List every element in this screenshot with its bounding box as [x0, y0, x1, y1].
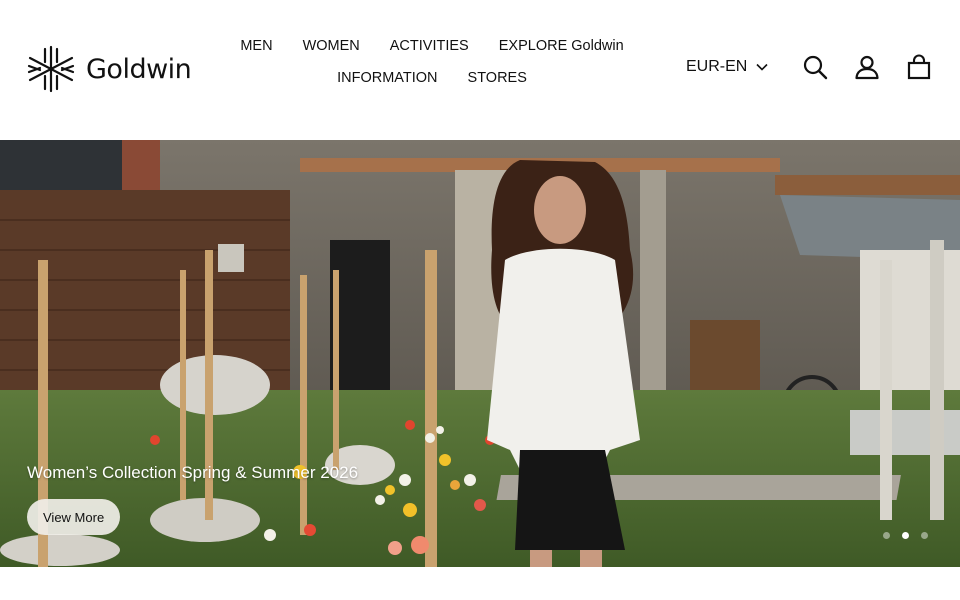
page-content-start	[0, 567, 960, 600]
brand-name: Goldwin	[86, 53, 192, 85]
slide-dot-1[interactable]	[883, 532, 890, 539]
search-button[interactable]	[800, 52, 830, 82]
nav-item-stores[interactable]: STORES	[468, 70, 527, 86]
site-header: Goldwin MEN WOMEN ACTIVITIES EXPLORE Gol…	[0, 0, 960, 140]
slide-dot-3[interactable]	[921, 532, 928, 539]
slide-indicators	[883, 532, 928, 539]
nav-item-women[interactable]: WOMEN	[303, 38, 360, 54]
cart-button[interactable]	[904, 52, 934, 82]
hero-title: Women’s Collection Spring & Summer 2026	[27, 463, 359, 482]
brand-logo[interactable]: Goldwin	[26, 44, 192, 94]
nav-row-secondary: INFORMATION STORES	[232, 70, 632, 86]
nav-item-information[interactable]: INFORMATION	[337, 70, 437, 86]
currency-label: EUR-EN	[686, 58, 748, 75]
slide-dot-2[interactable]	[902, 532, 909, 539]
chevron-down-icon	[756, 63, 768, 71]
account-button[interactable]	[852, 52, 882, 82]
cart-icon	[907, 54, 931, 80]
hero-photo	[0, 140, 960, 567]
main-nav: MEN WOMEN ACTIVITIES EXPLORE Goldwin INF…	[232, 38, 632, 86]
currency-selector[interactable]: EUR-EN	[686, 58, 769, 76]
view-more-button[interactable]: View More	[27, 499, 121, 535]
account-icon	[855, 55, 879, 80]
search-icon	[803, 55, 828, 80]
hero-banner[interactable]: Women’s Collection Spring & Summer 2026 …	[0, 140, 960, 567]
nav-item-explore[interactable]: EXPLORE Goldwin	[499, 38, 624, 54]
nav-item-men[interactable]: MEN	[240, 38, 272, 54]
nav-item-activities[interactable]: ACTIVITIES	[390, 38, 469, 54]
goldwin-star-icon	[27, 45, 75, 93]
nav-row-primary: MEN WOMEN ACTIVITIES EXPLORE Goldwin	[232, 38, 632, 54]
